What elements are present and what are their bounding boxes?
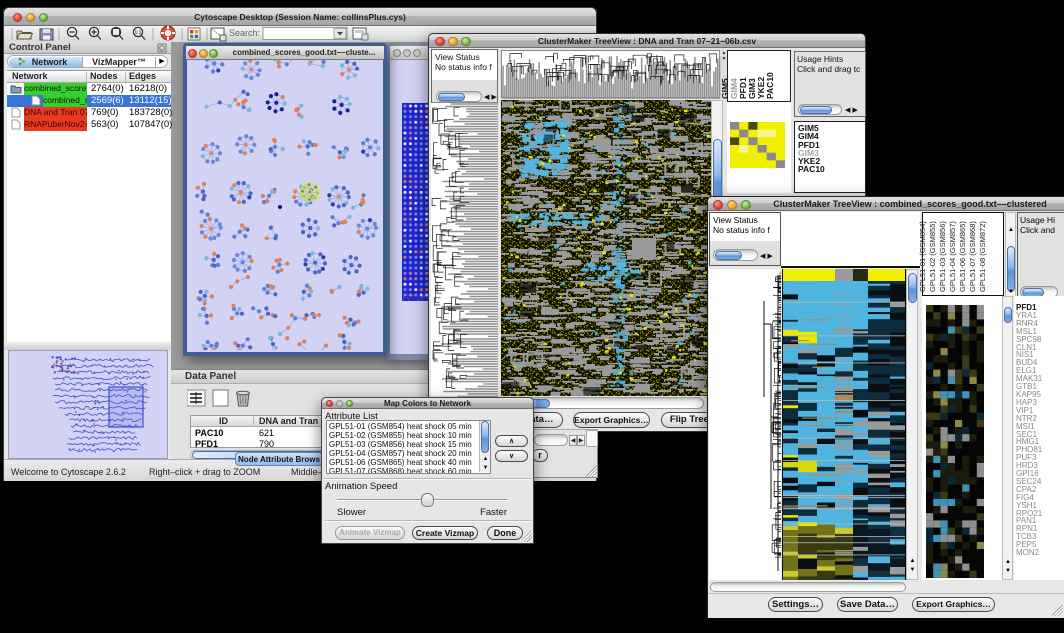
svg-text:Search:: Search:	[229, 28, 260, 38]
svg-text:1:1: 1:1	[135, 30, 142, 36]
